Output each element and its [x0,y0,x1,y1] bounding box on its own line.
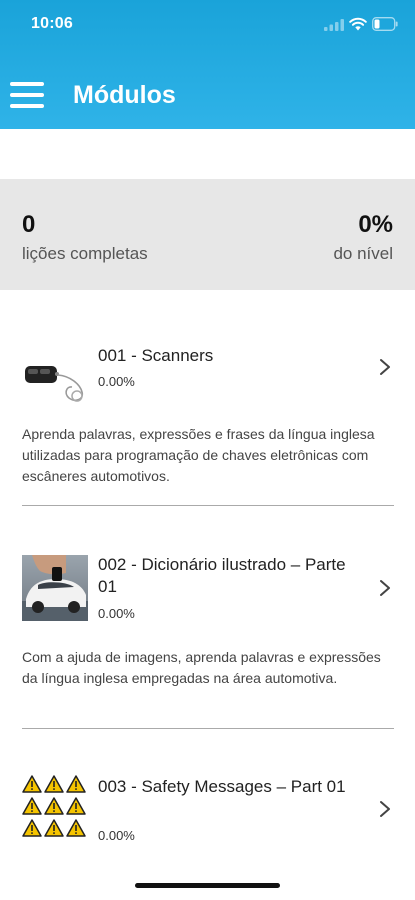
module-title: 003 - Safety Messages – Part 01 [98,777,346,796]
module-description: Com a ajuda de imagens, aprenda palavras… [22,649,381,686]
module-title: 002 - Dicionário ilustrado – Parte 01 [98,555,346,596]
module-progress: 0.00% [98,828,135,843]
module-item[interactable]: 003 - Safety Messages – Part 01 0.00% [0,770,415,850]
divider [22,505,394,506]
status-time: 10:06 [31,15,73,32]
warning-signs-icon [22,775,86,837]
module-title: 001 - Scanners [98,346,214,365]
level-percent: 0% [358,211,393,238]
cellular-signal-icon [324,19,344,31]
module-item[interactable]: 001 - Scanners 0.00% Aprenda palavras, e… [0,330,415,505]
chevron-right-icon[interactable] [378,358,392,376]
module-progress: 0.00% [98,374,135,389]
home-indicator[interactable] [135,883,280,888]
module-progress: 0.00% [98,606,135,621]
progress-summary: 0 lições completas 0% do nível [0,179,415,290]
car-photo [22,555,88,621]
status-bar: 10:06 [0,0,415,50]
car-key-icon [25,366,84,402]
chevron-right-icon[interactable] [378,800,392,818]
hamburger-menu-button[interactable] [10,82,44,110]
divider [22,728,394,729]
module-description: Aprenda palavras, expressões e frases da… [22,426,375,484]
page-title: Módulos [73,81,176,109]
chevron-right-icon[interactable] [378,579,392,597]
lessons-completed-count: 0 [22,211,36,238]
app-header: 10:06 Módulos [0,0,415,129]
hamburger-icon [10,82,44,86]
lessons-completed-label: lições completas [22,244,148,263]
module-item[interactable]: 002 - Dicionário ilustrado – Parte 01 0.… [0,545,415,725]
battery-icon [372,17,398,31]
level-label: do nível [333,244,393,263]
wifi-icon [349,17,367,31]
